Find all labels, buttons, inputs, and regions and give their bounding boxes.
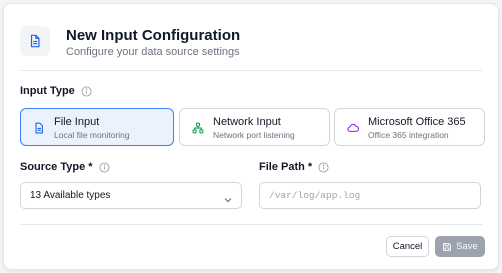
input-type-label: Input Type (20, 85, 92, 97)
option-label: Microsoft Office 365 (368, 116, 466, 128)
cloud-icon (347, 121, 359, 133)
file-icon (33, 121, 45, 134)
file-path-label: File Path * (259, 161, 329, 173)
option-label: File Input (54, 116, 100, 128)
header-divider (20, 70, 482, 71)
file-path-field (259, 182, 481, 209)
document-icon (20, 26, 50, 56)
option-description: Network port listening (213, 130, 295, 140)
option-label: Network Input (213, 116, 281, 128)
input-type-option-network[interactable]: Network Input Network port listening (179, 108, 330, 146)
cancel-button[interactable]: Cancel (386, 236, 429, 257)
source-type-value: 13 Available types (30, 190, 111, 201)
footer-divider (20, 224, 482, 225)
dialog-header: New Input Configuration Configure your d… (20, 24, 482, 68)
input-type-option-office365[interactable]: Microsoft Office 365 Office 365 integrat… (334, 108, 485, 146)
input-type-option-file[interactable]: File Input Local file monitoring (20, 108, 174, 146)
dialog-title: New Input Configuration (66, 27, 241, 44)
info-icon[interactable] (99, 161, 110, 173)
source-type-label-text: Source Type * (20, 161, 93, 173)
chevron-down-icon (223, 192, 233, 203)
save-icon (442, 242, 452, 252)
file-path-label-text: File Path * (259, 161, 313, 173)
new-input-dialog: New Input Configuration Configure your d… (3, 3, 499, 270)
source-type-select[interactable]: 13 Available types (20, 182, 242, 209)
file-path-input[interactable] (260, 183, 480, 208)
input-type-label-text: Input Type (20, 85, 75, 97)
dialog-subtitle: Configure your data source settings (66, 46, 240, 58)
cancel-button-label: Cancel (392, 241, 423, 252)
info-icon[interactable] (81, 85, 92, 97)
info-icon[interactable] (318, 161, 329, 173)
save-button-label: Save (456, 241, 478, 252)
option-description: Office 365 integration (368, 130, 449, 140)
network-icon (192, 121, 204, 134)
option-description: Local file monitoring (54, 130, 130, 140)
save-button[interactable]: Save (435, 236, 485, 257)
source-type-label: Source Type * (20, 161, 110, 173)
